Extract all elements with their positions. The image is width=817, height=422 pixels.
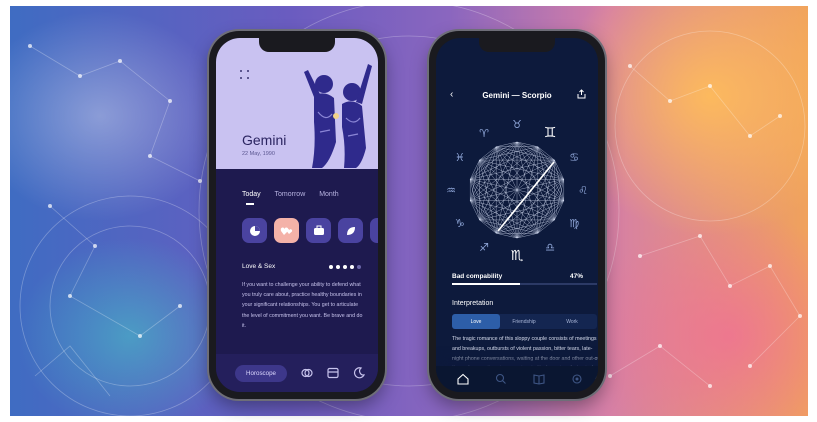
moon-icon[interactable]	[352, 366, 366, 380]
zodiac-wheel: ♈ ♉ ♊ ♋ ♌ ♍ ♎ ♏ ♐ ♑ ♒ ♓	[446, 118, 588, 264]
compatibility-bar-fill	[452, 283, 521, 285]
tab-month[interactable]: Month	[319, 191, 338, 198]
segment-friendship[interactable]: Friendship	[500, 314, 548, 329]
tab-today[interactable]: Today	[242, 191, 261, 198]
category-general-button[interactable]	[242, 218, 267, 243]
gemini-sign-icon[interactable]: ♊	[544, 125, 557, 141]
rating-dot	[343, 265, 347, 269]
rating-dot	[350, 265, 354, 269]
segment-work[interactable]: Work	[548, 314, 596, 329]
wheel-chord	[470, 179, 518, 239]
sign-name: Gemini	[242, 132, 287, 148]
gemini-twins-illustration	[304, 64, 372, 168]
compatibility-title: Gemini — Scorpio	[482, 91, 552, 100]
sagittarius-sign-icon[interactable]: ♐	[479, 241, 489, 254]
wheel-chord	[479, 219, 518, 239]
aries-sign-icon[interactable]: ♈	[479, 127, 489, 140]
horoscope-text: If you want to challenge your ability to…	[242, 282, 363, 329]
period-tabs: Today Tomorrow Month	[242, 191, 351, 198]
wheel-chord	[516, 141, 564, 180]
constellation-pattern	[19, 6, 806, 416]
wheel-chord	[470, 200, 518, 239]
compatibility-percent: 47%	[569, 273, 583, 280]
bottom-nav	[436, 366, 598, 392]
hearts-icon	[280, 226, 292, 235]
birth-date: 22 May, 1990	[242, 151, 275, 157]
phone-notch	[479, 38, 555, 52]
leaf-icon	[346, 226, 355, 235]
active-tab-indicator	[246, 203, 254, 205]
search-icon[interactable]	[494, 372, 508, 386]
menu-dots-icon[interactable]	[240, 70, 250, 80]
virgo-sign-icon[interactable]: ♍	[569, 217, 579, 230]
phone-compatibility: ‹ Gemini — Scorpio ♈ ♉ ♊ ♋ ♌ ♍ ♎ ♏ ♐ ♑ ♒ ♓ Bad comp…	[429, 31, 605, 399]
category-career-button[interactable]	[306, 218, 331, 243]
category-more-button[interactable]	[370, 218, 378, 243]
pie-chart-icon	[249, 225, 260, 236]
taurus-sign-icon[interactable]: ♉	[512, 118, 522, 131]
rating-dot	[329, 265, 333, 269]
aquarius-sign-icon[interactable]: ♒	[446, 184, 456, 197]
wheel-chord	[470, 146, 497, 201]
palette-icon	[378, 226, 379, 236]
category-love-button[interactable]	[274, 218, 299, 243]
horoscope-nav-button[interactable]: Horoscope	[235, 365, 287, 382]
wheel-chord	[537, 179, 564, 234]
segment-love[interactable]: Love	[452, 314, 500, 329]
compatibility-label: Bad compability	[452, 273, 503, 280]
wheel-chord	[470, 141, 518, 180]
wheel-chord	[537, 146, 564, 201]
libra-sign-icon[interactable]: ♎	[545, 241, 555, 254]
rating-dot	[336, 265, 340, 269]
wheel-chord	[516, 200, 564, 239]
cancer-sign-icon[interactable]: ♋	[569, 151, 579, 164]
tab-tomorrow[interactable]: Tomorrow	[275, 191, 306, 198]
wheel-chord	[470, 200, 538, 234]
astrology-background	[10, 6, 808, 416]
briefcase-icon	[313, 225, 324, 235]
card-icon[interactable]	[326, 366, 340, 380]
section-title: Love & Sex	[242, 263, 276, 270]
phone-notch	[259, 38, 335, 52]
interpretation-segments: Love Friendship Work	[452, 314, 597, 329]
bottom-nav: Horoscope	[216, 354, 378, 392]
compatibility-bar	[452, 283, 597, 285]
wheel-chord	[470, 179, 497, 234]
rings-icon[interactable]	[300, 366, 314, 380]
capricorn-sign-icon[interactable]: ♑	[455, 217, 465, 230]
sign-header: Gemini 22 May, 1990	[216, 38, 378, 169]
pisces-sign-icon[interactable]: ♓	[455, 151, 465, 164]
scorpio-sign-icon[interactable]: ♏	[511, 248, 524, 264]
horoscope-screen: Gemini 22 May, 1990 Today Tomorrow Month	[216, 38, 378, 392]
phone-horoscope: Gemini 22 May, 1990 Today Tomorrow Month	[209, 31, 385, 399]
settings-icon[interactable]	[570, 372, 584, 386]
leo-sign-icon[interactable]: ♌	[578, 184, 588, 197]
category-health-button[interactable]	[338, 218, 363, 243]
rating-dot	[357, 265, 361, 269]
interpretation-title: Interpretation	[452, 300, 494, 307]
book-icon[interactable]	[532, 372, 546, 386]
compatibility-screen: ‹ Gemini — Scorpio ♈ ♉ ♊ ♋ ♌ ♍ ♎ ♏ ♐ ♑ ♒ ♓ Bad comp…	[436, 38, 598, 392]
home-icon[interactable]	[456, 372, 470, 386]
share-icon[interactable]	[577, 89, 586, 99]
